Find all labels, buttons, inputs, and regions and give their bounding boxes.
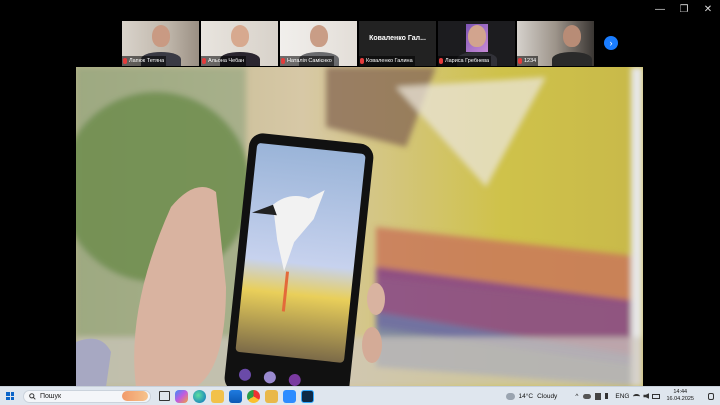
search-label: Пошук	[40, 392, 62, 400]
taskbar-clock[interactable]: 14:44 16.04.2025	[666, 389, 694, 403]
participant-strip: Лапюк Тетяна Альона Чебан Наталія Самієн…	[122, 21, 598, 66]
participant-tile[interactable]: 1234	[517, 21, 594, 66]
notification-icon[interactable]	[708, 392, 714, 400]
onedrive-icon[interactable]	[583, 393, 592, 399]
participant-name: Коваленко Галина	[366, 58, 413, 64]
clock-time: 14:44	[673, 389, 688, 395]
speaker-icon[interactable]	[605, 393, 611, 399]
mic-muted-icon	[360, 58, 364, 64]
wifi-icon[interactable]	[633, 393, 641, 399]
participant-tile[interactable]: Коваленко Гал... Коваленко Галина	[359, 21, 436, 66]
close-button[interactable]: ✕	[696, 0, 720, 18]
zoom-icon[interactable]	[283, 389, 296, 403]
windows-logo-icon	[6, 392, 14, 400]
taskbar: Пошук 14°C Cloudy ^ ENG 14:44 16.04.2025	[0, 386, 720, 405]
participant-tile[interactable]: Лапюк Тетяна	[122, 21, 199, 66]
participant-tile[interactable]: Наталія Самієнко	[280, 21, 357, 66]
battery-icon[interactable]	[652, 393, 661, 399]
weather-description[interactable]: Cloudy	[537, 393, 557, 400]
tray-overflow-chevron-icon[interactable]: ^	[575, 393, 578, 400]
copilot-icon[interactable]	[175, 389, 188, 403]
tray-app-icon[interactable]	[595, 392, 602, 400]
task-view-icon[interactable]	[159, 391, 170, 401]
search-icon	[29, 392, 36, 400]
restore-button[interactable]: ❐	[672, 0, 696, 18]
participant-name: Лапюк Тетяна	[129, 58, 165, 64]
mic-muted-icon	[123, 58, 127, 64]
minimize-button[interactable]: —	[648, 0, 672, 18]
volume-icon[interactable]	[643, 393, 650, 399]
start-button[interactable]	[0, 387, 20, 405]
search-highlight-icon	[122, 391, 148, 401]
window-controls: — ❐ ✕	[648, 0, 720, 18]
next-page-button[interactable]: ›	[604, 36, 618, 50]
mic-muted-icon	[281, 58, 285, 64]
mic-muted-icon	[439, 58, 443, 64]
taskbar-search-box[interactable]: Пошук	[23, 389, 151, 403]
input-language[interactable]: ENG	[615, 393, 629, 400]
participant-name: Наталія Самієнко	[287, 58, 332, 64]
store-icon[interactable]	[229, 389, 242, 403]
file-explorer-icon[interactable]	[211, 389, 224, 403]
chrome-icon[interactable]	[247, 389, 260, 403]
weather-icon[interactable]	[505, 392, 515, 400]
mic-muted-icon	[202, 58, 206, 64]
participant-name: Альона Чебан	[208, 58, 245, 64]
weather-temp[interactable]: 14°C	[519, 393, 534, 400]
system-tray: 14°C Cloudy ^ ENG 14:44 16.04.2025	[505, 387, 720, 405]
clock-date: 16.04.2025	[666, 396, 694, 402]
folder-icon[interactable]	[265, 389, 278, 403]
participant-display-name: Коваленко Гал...	[369, 35, 426, 42]
shared-video-frame	[76, 67, 643, 387]
participant-tile[interactable]: Альона Чебан	[201, 21, 278, 66]
participant-name: Лариса Гребнева	[445, 58, 490, 64]
participant-name: 1234	[524, 58, 537, 64]
mic-muted-icon	[518, 58, 522, 64]
shared-screen-video	[76, 67, 643, 387]
edge-browser-icon[interactable]	[193, 389, 206, 403]
photoshop-icon[interactable]	[301, 389, 314, 403]
chevron-right-icon: ›	[609, 38, 613, 48]
participant-tile[interactable]: Лариса Гребнева	[438, 21, 515, 66]
